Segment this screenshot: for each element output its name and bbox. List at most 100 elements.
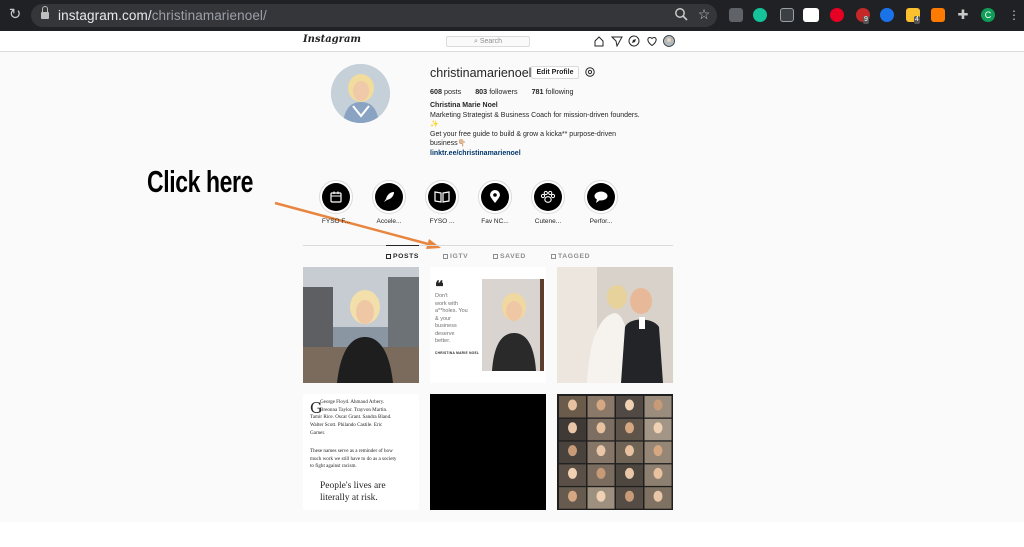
kebab-menu-icon[interactable]: ⋮ — [1007, 8, 1021, 22]
participant-face — [568, 490, 577, 502]
extension-notes-icon[interactable]: 4 — [906, 8, 920, 24]
followers-count[interactable]: 803 followers — [475, 87, 517, 96]
highlight-item[interactable]: Perfor... — [584, 180, 618, 225]
instagram-logo[interactable]: Instagram — [303, 34, 361, 45]
lock-icon[interactable] — [41, 6, 49, 20]
highlight-item[interactable]: FYSO ... — [425, 180, 459, 225]
post-tile[interactable] — [557, 267, 673, 383]
url-text: instagram.com/christinamarienoel/ — [58, 7, 267, 24]
bookmark-star-icon[interactable]: ☆ — [696, 6, 712, 22]
participant-face — [653, 399, 663, 411]
grid-icon — [386, 253, 391, 259]
participant-face — [568, 445, 577, 457]
post-tile[interactable] — [303, 267, 419, 383]
bio-line: Get your free guide to build & grow a ki… — [430, 130, 616, 138]
participant-face — [625, 399, 634, 411]
posts-grid: ❝ Don't work with a**holes. You & your b… — [303, 267, 673, 511]
text-post-line: Walter Scott. Philando Castile. Eric — [310, 422, 383, 429]
participant-face — [596, 445, 606, 457]
extension-robot-icon[interactable] — [880, 8, 894, 22]
text-post-line: Breonna Taylor. Trayvon Martin. — [320, 406, 388, 413]
address-bar[interactable]: instagram.com/christinamarienoel/ ☆ — [31, 4, 717, 27]
participant-face — [625, 445, 634, 457]
bio-line: ✨ — [430, 121, 439, 128]
profile-avatar-icon[interactable]: C — [981, 8, 995, 22]
text-post-big-line: People's lives are — [320, 481, 386, 491]
post-photo — [557, 267, 673, 383]
participant-face — [596, 399, 606, 411]
post-tile[interactable] — [430, 394, 546, 510]
highlight-item[interactable]: Cutene... — [531, 180, 565, 225]
highlight-label: Fav NC... — [481, 218, 509, 225]
followers-count-number: 803 — [475, 87, 488, 96]
highlight-label: FYSO ... — [429, 218, 455, 225]
post-tile[interactable] — [557, 394, 673, 510]
story-highlights: FYSO F... Accele... FYSO ... Fav NC... C… — [319, 180, 619, 230]
post-tile[interactable]: ❝ Don't work with a**holes. You & your b… — [430, 267, 546, 383]
participant-face — [568, 399, 577, 411]
reload-icon[interactable]: ↻ — [7, 7, 23, 23]
paw-icon — [540, 190, 556, 203]
extension-ub-icon[interactable]: 9 — [856, 8, 870, 24]
following-count[interactable]: 781 following — [532, 87, 574, 96]
search-input[interactable]: ⌕ Search — [446, 36, 530, 47]
pinterest-icon[interactable] — [830, 8, 844, 22]
grammarly-icon[interactable] — [753, 8, 767, 22]
participant-face — [653, 422, 663, 434]
direct-message-icon[interactable] — [611, 35, 623, 47]
tab-igtv[interactable]: IGTV — [443, 253, 468, 260]
profile-avatar[interactable] — [331, 64, 390, 123]
highlight-item[interactable]: FYSO F... — [319, 180, 353, 225]
text-post-paragraph: These names serve as a reminder of how m… — [310, 448, 418, 471]
quote-line: better. — [435, 338, 451, 344]
post-photo — [303, 267, 419, 383]
tab-posts[interactable]: POSTS — [386, 253, 419, 260]
bio-line: Marketing Strategist & Business Coach fo… — [430, 111, 640, 119]
chat-bubble-icon — [594, 191, 608, 203]
video-call-grid-photo — [559, 396, 672, 509]
rocket-icon — [384, 192, 394, 202]
edit-profile-button[interactable]: Edit Profile — [531, 66, 579, 79]
extension-layers-icon[interactable] — [780, 8, 794, 22]
profile-nav-avatar-icon[interactable] — [663, 35, 675, 47]
extension-ghost-icon[interactable] — [729, 8, 743, 22]
tab-posts-label: POSTS — [393, 253, 420, 260]
quote-text: Don't work with a**holes. You & your bus… — [435, 293, 481, 346]
extensions-puzzle-icon[interactable]: ✚ — [956, 8, 970, 22]
hubspot-icon[interactable] — [931, 8, 945, 22]
posts-count-label: posts — [444, 87, 462, 96]
heart-icon[interactable] — [646, 35, 658, 47]
search-placeholder: Search — [479, 38, 503, 45]
tag-icon — [551, 253, 556, 259]
active-tab-indicator — [386, 245, 419, 246]
quote-line: & your — [435, 315, 451, 322]
home-icon[interactable] — [593, 35, 605, 47]
participant-face — [596, 467, 606, 479]
participant-face — [653, 445, 663, 457]
zoom-icon[interactable] — [673, 7, 689, 23]
posts-count-number: 608 — [430, 87, 442, 96]
highlight-label: Perfor... — [589, 218, 613, 225]
explore-compass-icon[interactable] — [628, 35, 640, 47]
tab-tagged[interactable]: TAGGED — [551, 253, 590, 260]
tab-saved[interactable]: SAVED — [493, 253, 526, 260]
book-icon — [434, 191, 450, 203]
bio-line: business👇🏼 — [430, 140, 467, 147]
post-tile[interactable]: G George Floyd. Ahmaud Arbery. Breonna T… — [303, 394, 419, 510]
quote-line: deserve — [435, 330, 455, 337]
following-count-label: following — [545, 87, 574, 96]
following-count-number: 781 — [531, 87, 544, 96]
text-post-headline: People's lives are literally at risk. — [320, 480, 415, 504]
text-post-big-line: literally at risk. — [320, 493, 378, 503]
highlight-item[interactable]: Accele... — [372, 180, 406, 225]
bio-full-name: Christina Marie Noel — [430, 102, 498, 109]
highlight-label: Accele... — [376, 218, 402, 225]
tab-saved-label: SAVED — [500, 253, 526, 260]
bio-link[interactable]: linktr.ee/christinamarienoel — [430, 149, 690, 159]
extension-wu-icon[interactable] — [803, 8, 819, 22]
profile-username: christinamarienoel — [430, 66, 532, 80]
text-post-names: George Floyd. Ahmaud Arbery. Breonna Tay… — [310, 399, 418, 438]
highlight-item[interactable]: Fav NC... — [478, 180, 512, 225]
participant-face — [568, 422, 577, 434]
gear-icon[interactable] — [584, 66, 596, 78]
